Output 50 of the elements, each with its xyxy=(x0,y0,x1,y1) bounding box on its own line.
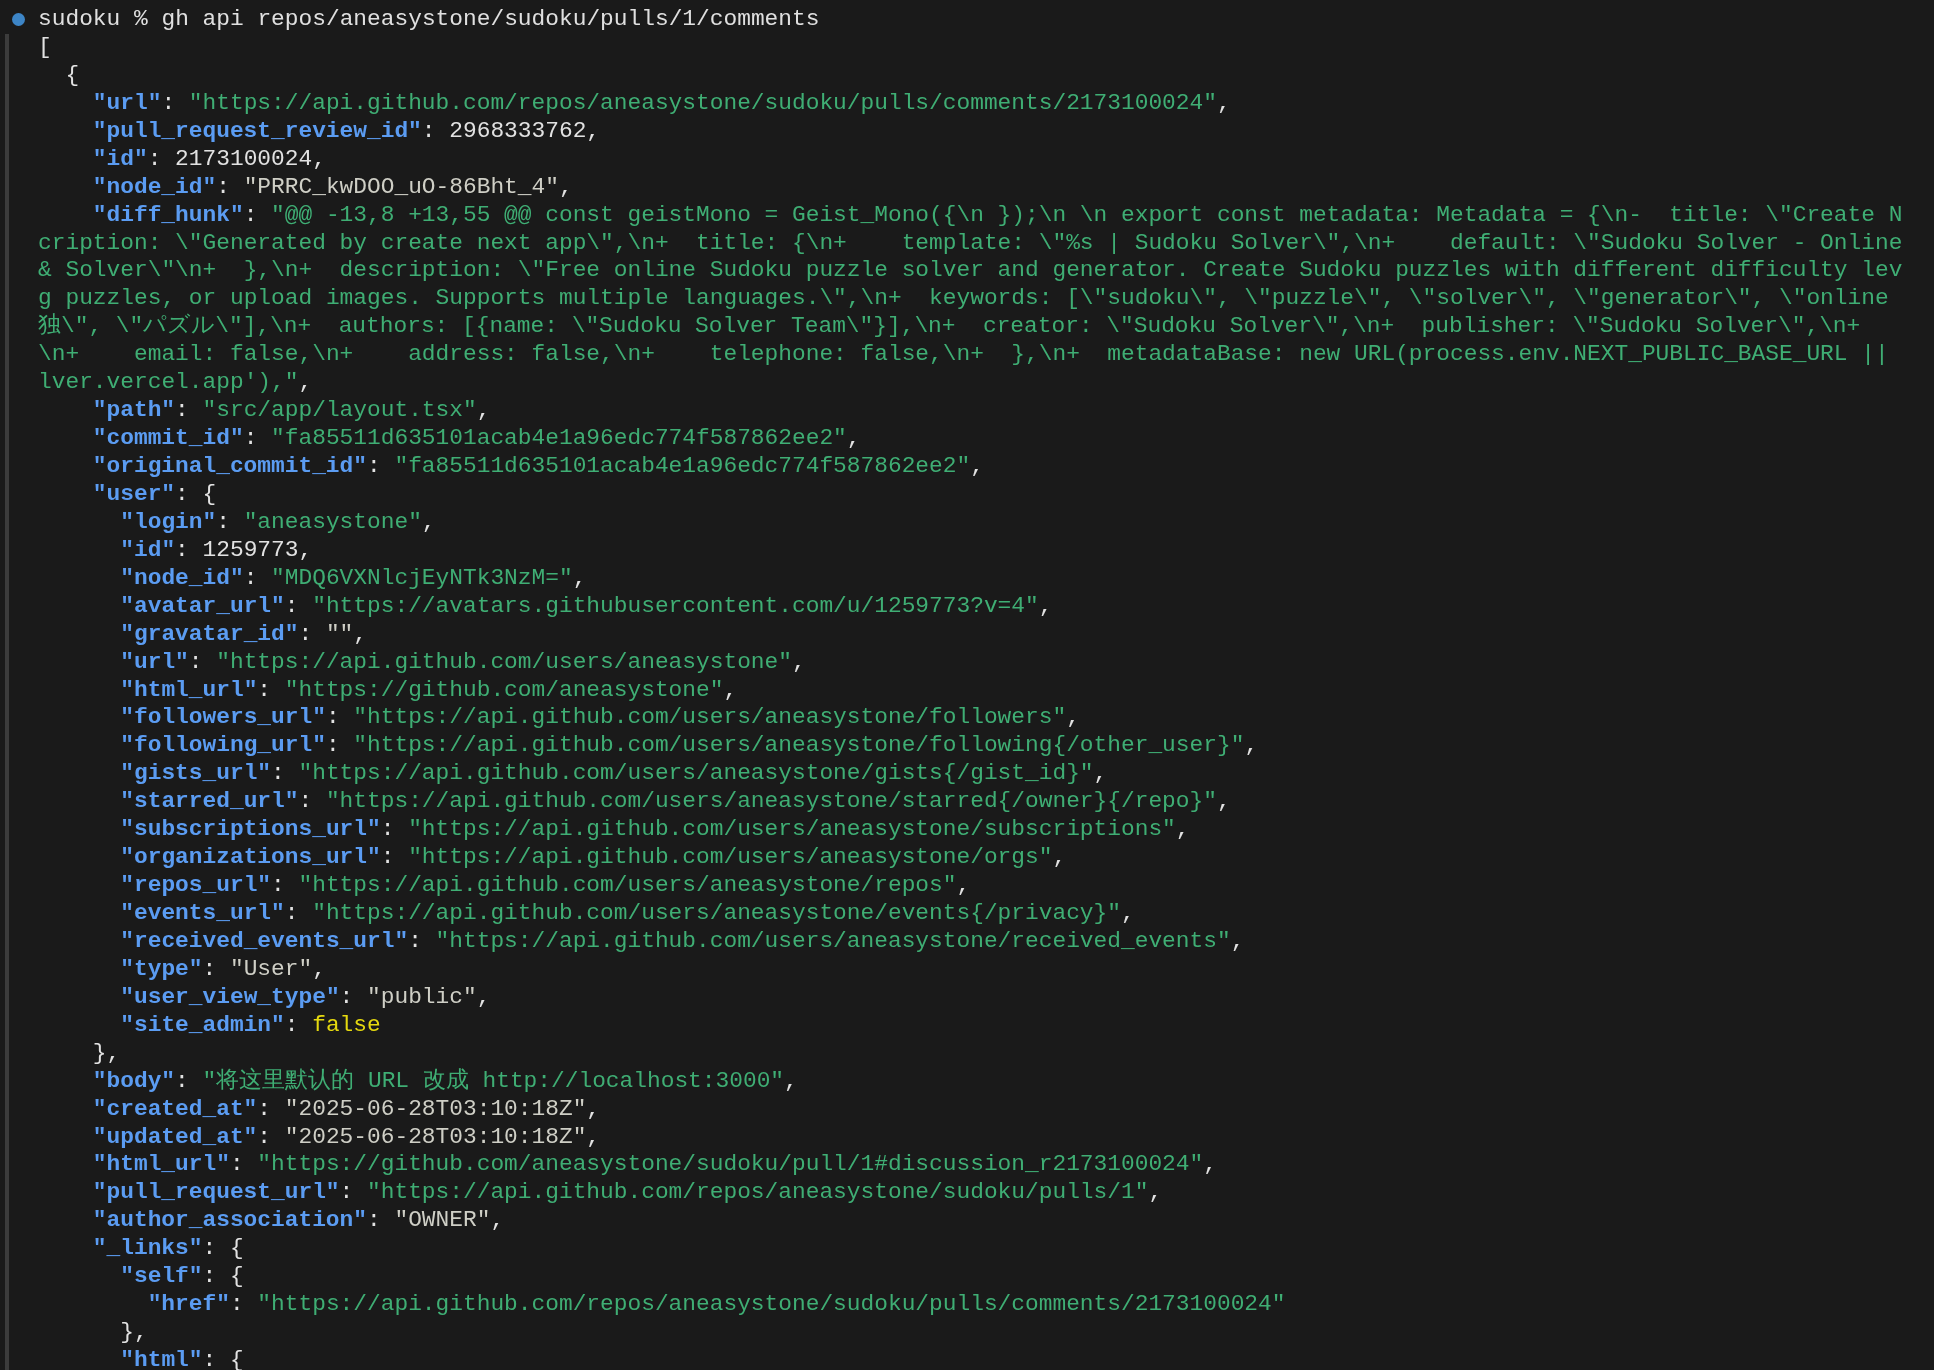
code-line: cription: \"Generated by create next app\",\n+ title: {\n+ template: \"%s | Sudoku Solver\",\n+ default: \"Sudoku Solver - Online xyxy=(38,229,1903,258)
code-line: "events_url": "https://api.github.com/users/aneasystone/events{/privacy}", xyxy=(120,900,1135,928)
code-line: "node_id": "MDQ6VXNlcjEyNTk3NzM=", xyxy=(120,564,587,593)
code-line: "path": "src/app/layout.tsx", xyxy=(92,397,491,426)
code-line: "user": { xyxy=(92,480,217,509)
code-line: "received_events_url": "https://api.github.com/users/aneasystone/received_events", xyxy=(120,927,1245,956)
code-line: "pull_request_url": "https://api.github.com/repos/aneasystone/sudoku/pulls/1", xyxy=(92,1179,1163,1208)
code-line: "id": 1259773, xyxy=(120,536,313,565)
code-line: "original_commit_id": "fa85511d635101acab4e1a96edc774f587862ee2", xyxy=(92,453,984,481)
code-line: "body": "将这里默认的 URL 改成 http://localhost:3000", xyxy=(92,1067,798,1096)
code-line: "created_at": "2025-06-28T03:10:18Z", xyxy=(92,1095,601,1124)
code-line: "organizations_url": "https://api.github.com/users/aneasystone/orgs", xyxy=(120,844,1067,873)
code-line: "html_url": "https://github.com/aneasystone", xyxy=(120,676,738,705)
code-line: "commit_id": "fa85511d635101acab4e1a96edc774f587862ee2", xyxy=(92,425,861,453)
code-line: "node_id": "PRRC_kwDOO_uO-86Bht_4", xyxy=(92,173,573,202)
code-line: "html": { xyxy=(120,1347,244,1370)
code-line: "type": "User", xyxy=(120,955,326,984)
code-line: "gravatar_id": "", xyxy=(120,620,368,649)
code-line: "avatar_url": "https://avatars.githubusercontent.com/u/1259773?v=4", xyxy=(120,592,1053,621)
command-line: sudoku % gh api repos/aneasystone/sudoku/pulls/1/comments xyxy=(38,6,820,34)
code-line: "diff_hunk": "@@ -13,8 +13,55 @@ const geistMono = Geist_Mono({\n });\n \n export const metadata: Metadata = {\n- title: \"Create N xyxy=(92,201,1903,230)
code-line: }, xyxy=(120,1319,148,1347)
code-line: { xyxy=(65,61,80,90)
code-line: "login": "aneasystone", xyxy=(120,508,436,537)
code-line: \n+ email: false,\n+ address: false,\n+ telephone: false,\n+ },\n+ metadataBase: new URL(process.env.NEXT_PUBLIC_BASE_URL || xyxy=(38,341,1889,370)
code-line: "user_view_type": "public", xyxy=(120,983,491,1012)
code-line: "site_admin": false xyxy=(120,1011,381,1040)
code-line: "subscriptions_url": "https://api.github.com/users/aneasystone/subscriptions", xyxy=(120,816,1190,845)
code-line: & Solver\"\n+ },\n+ description: \"Free online Sudoku puzzle solver and generator. Create Sudoku puzzles with different difficulty lev xyxy=(38,257,1903,286)
code-line: 独\", \"パズル\"],\n+ authors: [{name: \"Sudoku Solver Team\"}],\n+ creator: \"Sudoku Solver\",\n+ publisher: \"Sudoku Solver\",\n+ xyxy=(38,313,1861,342)
code-line: }, xyxy=(92,1039,121,1068)
code-line: "starred_url": "https://api.github.com/users/aneasystone/starred{/owner}{/repo}", xyxy=(120,788,1231,817)
code-line: "href": "https://api.github.com/repos/aneasystone/sudoku/pulls/comments/2173100024" xyxy=(147,1291,1286,1320)
code-line: "following_url": "https://api.github.com/users/aneasystone/following{/other_user}", xyxy=(120,732,1259,761)
code-line: "url": "https://api.github.com/users/aneasystone", xyxy=(120,648,806,677)
code-line: lver.vercel.app'),", xyxy=(38,369,313,398)
code-line: "updated_at": "2025-06-28T03:10:18Z", xyxy=(92,1123,601,1152)
code-line: "html_url": "https://github.com/aneasystone/sudoku/pull/1#discussion_r2173100024", xyxy=(92,1151,1217,1180)
code-line: "pull_request_review_id": 2968333762, xyxy=(92,117,601,146)
code-line: "followers_url": "https://api.github.com/users/aneasystone/followers", xyxy=(120,704,1080,733)
code-line: "self": { xyxy=(120,1263,244,1292)
code-line: "author_association": "OWNER", xyxy=(92,1207,505,1236)
code-line: [ xyxy=(38,33,52,62)
code-line: g puzzles, or upload images. Supports multiple languages.\",\n+ keywords: [\"sudoku\", \"puzzle\", \"solver\", \"generator\", \"online xyxy=(38,285,1889,313)
code-line: "gists_url": "https://api.github.com/users/aneasystone/gists{/gist_id}", xyxy=(120,760,1108,789)
code-line: "id": 2173100024, xyxy=(92,145,326,174)
code-line: "repos_url": "https://api.github.com/users/aneasystone/repos", xyxy=(120,872,971,900)
code-line: "_links": { xyxy=(92,1235,244,1264)
code-line: "url": "https://api.github.com/repos/aneasystone/sudoku/pulls/comments/2173100024", xyxy=(92,89,1231,118)
status-dot-icon xyxy=(12,13,25,27)
